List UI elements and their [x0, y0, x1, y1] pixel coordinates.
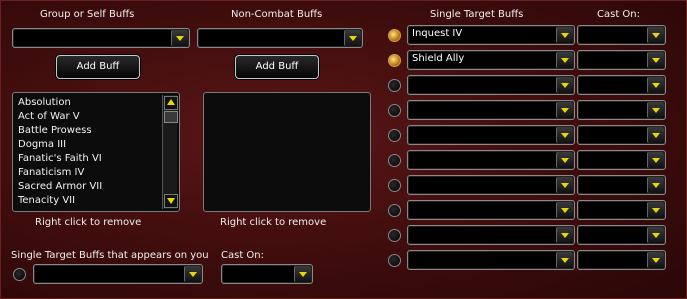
- chevron-down-icon[interactable]: [647, 52, 664, 68]
- single-target-radio[interactable]: [388, 179, 401, 192]
- single-target-radio[interactable]: [388, 79, 401, 92]
- group-buffs-header: Group or Self Buffs: [40, 9, 135, 20]
- single-target-radio[interactable]: [388, 229, 401, 242]
- chevron-down-icon[interactable]: [556, 177, 573, 193]
- appears-on-you-label: Single Target Buffs that appears on you: [11, 250, 209, 261]
- single-target-radio[interactable]: [388, 204, 401, 217]
- list-item[interactable]: Tenacity VII: [18, 195, 75, 206]
- chevron-down-icon[interactable]: [184, 266, 201, 282]
- appears-cast-on-select[interactable]: [221, 264, 313, 284]
- scroll-thumb[interactable]: [164, 111, 178, 123]
- chevron-down-icon[interactable]: [556, 152, 573, 168]
- chevron-down-icon[interactable]: [171, 30, 188, 46]
- chevron-down-icon[interactable]: [556, 77, 573, 93]
- chevron-down-icon[interactable]: [556, 202, 573, 218]
- scroll-down-icon[interactable]: [164, 194, 178, 208]
- single-target-radio[interactable]: [388, 254, 401, 267]
- list-item[interactable]: Fanatic's Faith VI: [18, 153, 102, 164]
- single-target-buff-select[interactable]: [407, 125, 575, 145]
- chevron-down-icon[interactable]: [556, 227, 573, 243]
- cast-on-header: Cast On:: [597, 9, 640, 20]
- noncombat-buffs-list[interactable]: [203, 92, 371, 212]
- group-buffs-list[interactable]: Absolution Act of War V Battle Prowess Dogm…: [12, 92, 180, 212]
- single-target-header: Single Target Buffs: [430, 9, 524, 20]
- chevron-down-icon[interactable]: [556, 127, 573, 143]
- appears-cast-on-label: Cast On:: [221, 250, 264, 261]
- single-target-cast-on-select[interactable]: [577, 75, 666, 95]
- chevron-down-icon[interactable]: [556, 252, 573, 268]
- list-item[interactable]: Act of War V: [18, 111, 80, 122]
- chevron-down-icon[interactable]: [647, 77, 664, 93]
- list-item[interactable]: Fanaticism IV: [18, 167, 84, 178]
- single-target-buff-select[interactable]: [407, 150, 575, 170]
- single-target-radio[interactable]: [388, 104, 401, 117]
- chevron-down-icon[interactable]: [647, 127, 664, 143]
- chevron-down-icon[interactable]: [647, 252, 664, 268]
- single-target-cast-on-select[interactable]: [577, 150, 666, 170]
- chevron-down-icon[interactable]: [647, 227, 664, 243]
- appears-on-you-radio[interactable]: [13, 268, 26, 281]
- single-target-buff-select[interactable]: Inquest IV: [407, 25, 575, 45]
- single-target-cast-on-select[interactable]: [577, 175, 666, 195]
- list-item[interactable]: Sacred Armor VII: [18, 181, 102, 192]
- appears-on-you-select[interactable]: [33, 264, 203, 284]
- chevron-down-icon[interactable]: [556, 102, 573, 118]
- noncombat-buffs-hint: Right click to remove: [220, 217, 327, 228]
- single-target-radio[interactable]: [388, 54, 401, 67]
- single-target-buff-select[interactable]: Shield Ally: [407, 50, 575, 70]
- single-target-buff-value: Inquest IV: [412, 28, 463, 39]
- chevron-down-icon[interactable]: [647, 177, 664, 193]
- chevron-down-icon[interactable]: [647, 27, 664, 43]
- single-target-cast-on-select[interactable]: [577, 125, 666, 145]
- noncombat-add-buff-button[interactable]: Add Buff: [235, 55, 319, 79]
- list-item[interactable]: Absolution: [18, 97, 71, 108]
- noncombat-buffs-select[interactable]: [197, 28, 363, 48]
- chevron-down-icon[interactable]: [647, 152, 664, 168]
- chevron-down-icon[interactable]: [647, 102, 664, 118]
- single-target-cast-on-select[interactable]: [577, 225, 666, 245]
- scroll-up-icon[interactable]: [164, 96, 178, 110]
- single-target-buff-select[interactable]: [407, 225, 575, 245]
- single-target-buff-select[interactable]: [407, 75, 575, 95]
- single-target-buff-select[interactable]: [407, 250, 575, 270]
- single-target-radio[interactable]: [388, 154, 401, 167]
- chevron-down-icon[interactable]: [344, 30, 361, 46]
- chevron-down-icon[interactable]: [647, 202, 664, 218]
- single-target-cast-on-select[interactable]: [577, 200, 666, 220]
- single-target-cast-on-select[interactable]: [577, 50, 666, 70]
- single-target-cast-on-select[interactable]: [577, 100, 666, 120]
- noncombat-buffs-header: Non-Combat Buffs: [231, 9, 323, 20]
- list-item[interactable]: Dogma III: [18, 139, 66, 150]
- group-buffs-scrollbar[interactable]: [162, 95, 178, 209]
- single-target-radio[interactable]: [388, 29, 401, 42]
- chevron-down-icon[interactable]: [294, 266, 311, 282]
- single-target-radio[interactable]: [388, 129, 401, 142]
- single-target-buff-select[interactable]: [407, 200, 575, 220]
- chevron-down-icon[interactable]: [556, 27, 573, 43]
- single-target-buff-value: Shield Ally: [412, 53, 465, 64]
- single-target-cast-on-select[interactable]: [577, 25, 666, 45]
- group-add-buff-button[interactable]: Add Buff: [56, 55, 140, 79]
- group-buffs-select[interactable]: [12, 28, 190, 48]
- single-target-cast-on-select[interactable]: [577, 250, 666, 270]
- group-buffs-hint: Right click to remove: [35, 217, 142, 228]
- single-target-buff-select[interactable]: [407, 175, 575, 195]
- chevron-down-icon[interactable]: [556, 52, 573, 68]
- single-target-buff-select[interactable]: [407, 100, 575, 120]
- list-item[interactable]: Battle Prowess: [18, 125, 92, 136]
